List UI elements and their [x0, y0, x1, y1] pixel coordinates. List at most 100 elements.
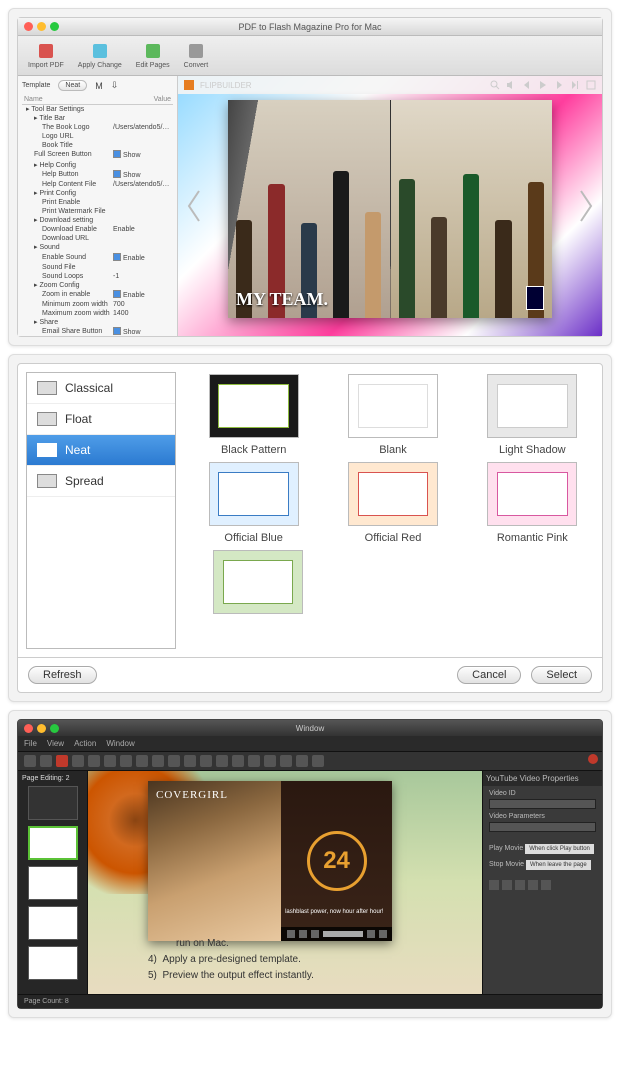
tool-icon[interactable]: [312, 755, 324, 767]
menu-item[interactable]: View: [47, 739, 64, 748]
page-next-arrow[interactable]: [576, 186, 596, 226]
align-icon[interactable]: [541, 880, 551, 890]
template-item[interactable]: Official Blue: [204, 462, 304, 544]
minimize-icon[interactable]: [37, 724, 46, 733]
tree-row[interactable]: ▸ Title Bar: [22, 114, 173, 123]
align-icon[interactable]: [489, 880, 499, 890]
minimize-icon[interactable]: [37, 22, 46, 31]
align-icon[interactable]: [528, 880, 538, 890]
style-item[interactable]: Classical: [27, 373, 175, 404]
align-icon[interactable]: [502, 880, 512, 890]
style-item[interactable]: Float: [27, 404, 175, 435]
tree-row[interactable]: ▸ Help Config: [22, 161, 173, 170]
video-params-field[interactable]: [489, 822, 596, 832]
tree-row[interactable]: ▸ Share: [22, 318, 173, 327]
import-button[interactable]: ⇩: [111, 80, 119, 91]
tool-icon[interactable]: [248, 755, 260, 767]
zoom-icon[interactable]: [50, 724, 59, 733]
sound-icon[interactable]: [506, 80, 516, 90]
close-icon[interactable]: [24, 22, 33, 31]
tool-icon[interactable]: [232, 755, 244, 767]
tree-row[interactable]: Print Enable: [22, 198, 173, 207]
template-item[interactable]: Official Red: [343, 462, 443, 544]
tool-icon[interactable]: [104, 755, 116, 767]
page-prev-arrow[interactable]: [184, 186, 204, 226]
page-thumb[interactable]: [28, 866, 78, 900]
style-item[interactable]: Spread: [27, 466, 175, 497]
page-canvas[interactable]: COVERGIRL 24 lashblast power, now hour a…: [88, 771, 482, 994]
traffic-lights[interactable]: [24, 724, 59, 733]
menu-item[interactable]: File: [24, 739, 37, 748]
tool-icon[interactable]: [88, 755, 100, 767]
tool-icon[interactable]: [136, 755, 148, 767]
select-button[interactable]: Select: [531, 666, 592, 684]
template-item[interactable]: Black Pattern: [204, 374, 304, 456]
tree-row[interactable]: Sound File: [22, 263, 173, 272]
tool-icon[interactable]: [152, 755, 164, 767]
template-item[interactable]: Blank: [343, 374, 443, 456]
tool-icon[interactable]: [280, 755, 292, 767]
fullscreen-icon[interactable]: [586, 80, 596, 90]
zoom-icon[interactable]: [50, 22, 59, 31]
template-item[interactable]: Romantic Pink: [482, 462, 582, 544]
page-thumb[interactable]: [28, 906, 78, 940]
close-panel-icon[interactable]: [588, 754, 598, 764]
settings-tree[interactable]: ▸ Tool Bar Settings▸ Title BarThe Book L…: [22, 105, 173, 336]
tree-row[interactable]: Email Share ButtonShow: [22, 327, 173, 336]
template-item[interactable]: Light Shadow: [482, 374, 582, 456]
tree-row[interactable]: Minimum zoom width700: [22, 300, 173, 309]
custom-button[interactable]: M: [95, 81, 103, 91]
search-icon[interactable]: [490, 80, 500, 90]
menu-item[interactable]: Window: [106, 739, 134, 748]
stop-movie-option[interactable]: When leave the page: [526, 860, 591, 870]
refresh-button[interactable]: Refresh: [28, 666, 97, 684]
last-icon[interactable]: [570, 80, 580, 90]
tree-row[interactable]: ▸ Zoom Config: [22, 281, 173, 290]
toolbar-button[interactable]: Edit Pages: [132, 40, 174, 71]
align-icon[interactable]: [515, 880, 525, 890]
menu-item[interactable]: Action: [74, 739, 96, 748]
prev-icon[interactable]: [522, 80, 532, 90]
tool-icon[interactable]: [200, 755, 212, 767]
tool-icon[interactable]: [40, 755, 52, 767]
play-icon[interactable]: [538, 80, 548, 90]
tree-row[interactable]: ▸ Print Config: [22, 189, 173, 198]
tree-row[interactable]: Logo URL: [22, 132, 173, 141]
traffic-lights[interactable]: [24, 22, 59, 31]
tree-row[interactable]: Sound Loops-1: [22, 272, 173, 281]
tree-row[interactable]: Help Content File/Users/atendo5/Library/…: [22, 180, 173, 189]
menu-bar[interactable]: File View Action Window: [18, 736, 602, 752]
next-icon[interactable]: [554, 80, 564, 90]
tool-icon[interactable]: [264, 755, 276, 767]
tree-row[interactable]: Maximum zoom width1400: [22, 309, 173, 318]
tree-row[interactable]: ▸ Download setting: [22, 216, 173, 225]
tree-row[interactable]: The Book Logo/Users/atendo5/Library/Deve…: [22, 123, 173, 132]
tool-icon[interactable]: [72, 755, 84, 767]
tree-row[interactable]: Print Watermark File: [22, 207, 173, 216]
template-item[interactable]: [208, 550, 308, 620]
tree-row[interactable]: Full Screen ButtonShow: [22, 150, 173, 160]
video-id-field[interactable]: [489, 799, 596, 809]
toolbar-button[interactable]: Import PDF: [24, 40, 68, 71]
page-thumb[interactable]: [28, 946, 78, 980]
toolbar-button[interactable]: Convert: [180, 40, 213, 71]
tree-row[interactable]: Enable SoundEnable: [22, 253, 173, 263]
tree-row[interactable]: ▸ Sound: [22, 243, 173, 252]
close-icon[interactable]: [24, 724, 33, 733]
tool-icon[interactable]: [184, 755, 196, 767]
tree-row[interactable]: Help ButtonShow: [22, 170, 173, 180]
tool-icon[interactable]: [120, 755, 132, 767]
tree-row[interactable]: Download EnableEnable: [22, 225, 173, 234]
tree-row[interactable]: Book Title: [22, 141, 173, 150]
page-thumb[interactable]: [28, 786, 78, 820]
tool-icon[interactable]: [56, 755, 68, 767]
template-select-button[interactable]: Neat: [58, 80, 87, 91]
play-movie-option[interactable]: When click Play button: [525, 844, 594, 854]
tree-row[interactable]: ▸ Tool Bar Settings: [22, 105, 173, 114]
tool-icon[interactable]: [216, 755, 228, 767]
tool-icon[interactable]: [168, 755, 180, 767]
tool-icon[interactable]: [296, 755, 308, 767]
cancel-button[interactable]: Cancel: [457, 666, 521, 684]
tool-icon[interactable]: [24, 755, 36, 767]
tree-row[interactable]: Zoom in enableEnable: [22, 290, 173, 300]
